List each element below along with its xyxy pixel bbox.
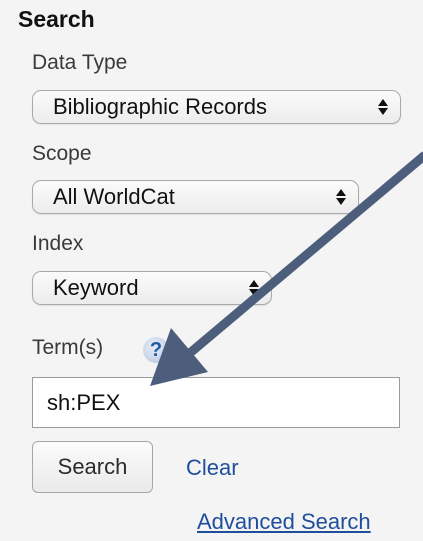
search-panel: Search Data Type Bibliographic Records S… — [0, 0, 423, 541]
search-heading: Search — [18, 6, 95, 32]
index-value: Keyword — [53, 275, 139, 300]
terms-input[interactable] — [32, 377, 400, 428]
data-type-value: Bibliographic Records — [53, 94, 267, 119]
select-arrows-icon — [336, 187, 346, 207]
scope-value: All WorldCat — [53, 184, 175, 209]
select-arrows-icon — [249, 278, 259, 298]
scope-select[interactable]: All WorldCat — [32, 180, 359, 214]
advanced-search-link[interactable]: Advanced Search — [197, 509, 371, 535]
scope-label: Scope — [32, 142, 92, 165]
data-type-label: Data Type — [32, 51, 128, 74]
index-label: Index — [32, 232, 84, 255]
terms-label: Term(s) — [32, 336, 104, 359]
clear-link[interactable]: Clear — [186, 455, 239, 481]
index-select[interactable]: Keyword — [32, 271, 272, 305]
help-icon[interactable]: ? — [143, 337, 169, 363]
data-type-select[interactable]: Bibliographic Records — [32, 90, 401, 124]
search-button[interactable]: Search — [32, 441, 153, 493]
select-arrows-icon — [378, 97, 388, 117]
